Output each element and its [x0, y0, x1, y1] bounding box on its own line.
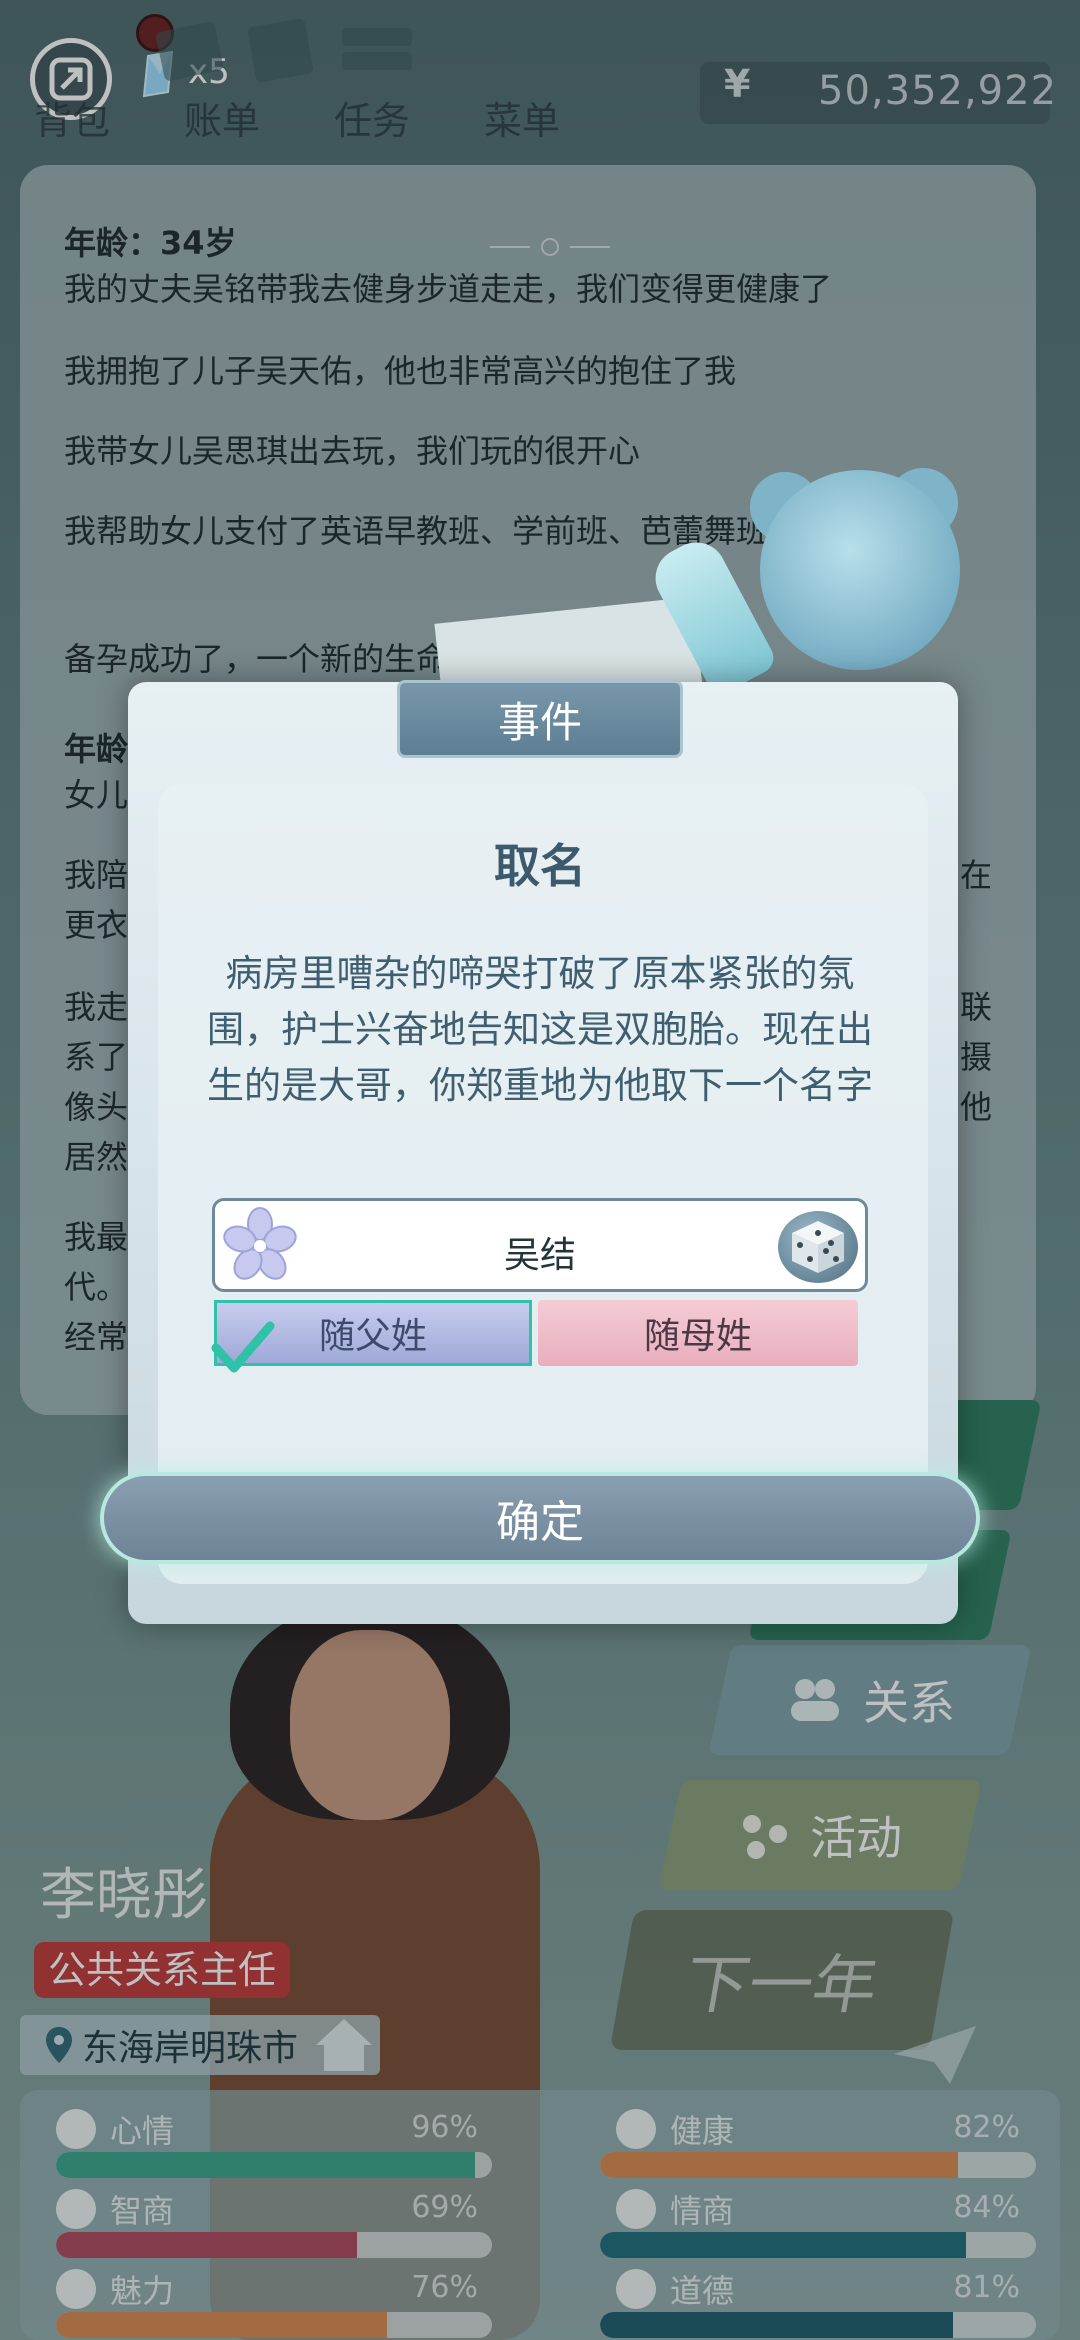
check-icon: [211, 1321, 275, 1373]
name-value: 吴结: [503, 1235, 576, 1276]
event-tab-label: 事件: [397, 680, 683, 758]
modal-description: 病房里嘈杂的啼哭打破了原本紧张的氛围，护士兴奋地告知这是双胞胎。现在出生的是大哥…: [207, 952, 873, 1107]
modal-title: 取名: [494, 839, 586, 893]
teddy-bear-decoration: [760, 470, 960, 670]
event-modal-content: [158, 784, 928, 1584]
dice-icon: [792, 1221, 844, 1273]
random-name-button[interactable]: [778, 1211, 858, 1283]
surname-mother-option[interactable]: 随母姓: [538, 1300, 858, 1366]
confirm-button[interactable]: 确定: [100, 1472, 980, 1564]
